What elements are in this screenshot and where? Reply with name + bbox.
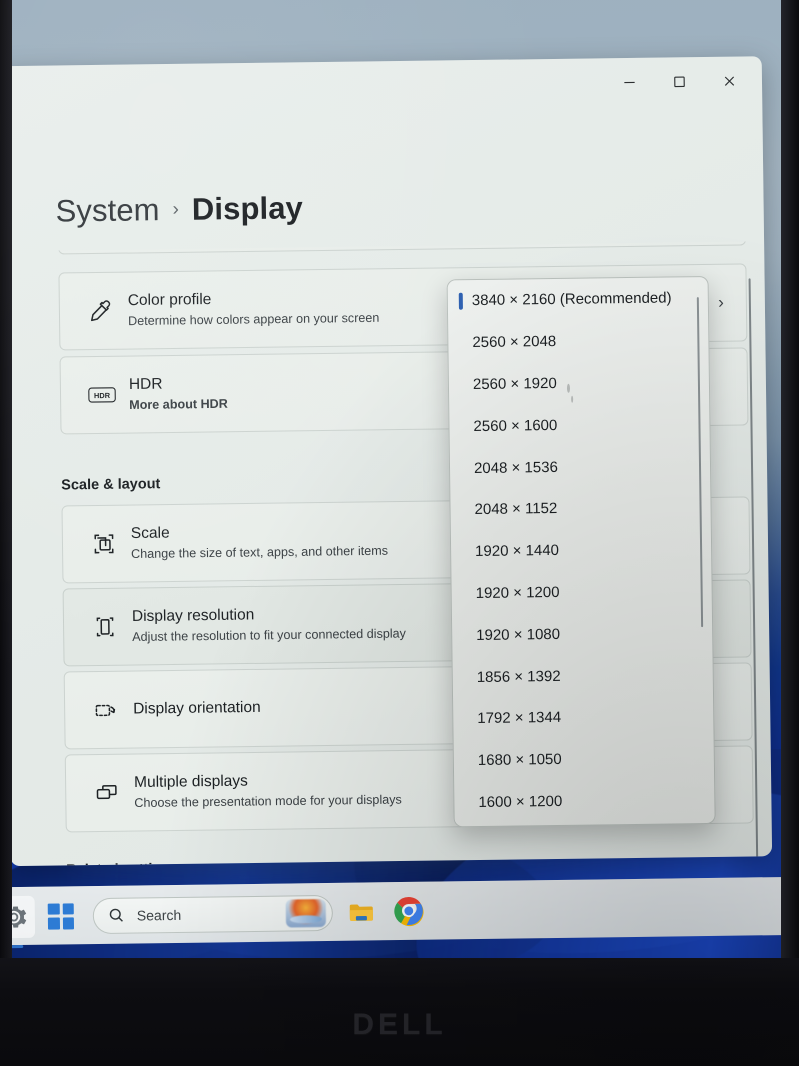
- setting-subtitle: Determine how colors appear on your scre…: [127, 310, 380, 329]
- maximize-button[interactable]: [654, 63, 704, 100]
- breadcrumb-separator-icon: ›: [172, 198, 180, 220]
- bottom-bezel: DELL: [0, 958, 799, 1066]
- left-bezel: [0, 0, 12, 1066]
- multiple-displays-icon: [92, 778, 122, 808]
- resolution-option[interactable]: 1920 × 1440: [451, 528, 712, 573]
- setting-row-text: Scale Change the size of text, apps, and…: [131, 521, 388, 563]
- resolution-option-label: 1680 × 1050: [477, 751, 562, 770]
- taskbar-item-file-explorer[interactable]: [345, 895, 379, 929]
- resolution-option[interactable]: 3840 × 2160 (Recommended): [448, 277, 709, 322]
- section-heading-scale-layout: Scale & layout: [61, 476, 161, 494]
- resolution-option[interactable]: 1680 × 1050: [454, 737, 715, 782]
- resolution-option-label: 1792 × 1344: [477, 709, 562, 728]
- resolution-option-label: 2560 × 2048: [472, 333, 557, 352]
- laptop-screen-photo: System › Display Color profile Determine…: [0, 0, 799, 1066]
- bing-wallpaper-icon: [285, 898, 327, 928]
- resolution-option-label: 2048 × 1152: [474, 500, 558, 519]
- minimize-icon: [623, 81, 635, 83]
- resolution-option[interactable]: 2560 × 1600: [449, 402, 710, 447]
- setting-title: Display orientation: [133, 698, 261, 718]
- setting-row-text: Color profile Determine how colors appea…: [128, 288, 380, 330]
- eyedropper-icon: [86, 296, 116, 326]
- minimize-button[interactable]: [604, 64, 654, 101]
- resolution-dropdown-flyout[interactable]: 3840 × 2160 (Recommended) 2560 × 2048 2560…: [446, 275, 716, 828]
- resolution-option[interactable]: 1792 × 1344: [453, 695, 714, 740]
- search-icon: [109, 908, 123, 922]
- google-chrome-icon: [394, 896, 424, 926]
- resolution-option[interactable]: 1600 × 1200: [454, 778, 715, 823]
- resolution-option[interactable]: 2048 × 1536: [450, 444, 711, 489]
- breadcrumb: System › Display: [55, 190, 303, 229]
- maximize-icon: [673, 76, 685, 87]
- resolution-option-label: 1920 × 1440: [475, 542, 560, 561]
- display-panel: System › Display Color profile Determine…: [0, 0, 799, 990]
- partial-card-above: [57, 241, 747, 255]
- resolution-option[interactable]: 1856 × 1392: [452, 653, 713, 698]
- setting-row-text: Multiple displays Choose the presentatio…: [134, 770, 402, 812]
- setting-row-text: Display resolution Adjust the resolution…: [132, 603, 406, 646]
- selected-indicator: [458, 292, 463, 310]
- breadcrumb-system[interactable]: System: [55, 192, 159, 229]
- setting-subtitle[interactable]: More about HDR: [129, 395, 228, 414]
- display-resolution-icon: [90, 612, 120, 642]
- search-placeholder-label: Search: [136, 906, 182, 924]
- resolution-option-label: 2560 × 1920: [472, 374, 557, 394]
- setting-title: HDR: [128, 375, 163, 394]
- file-explorer-icon: [349, 904, 373, 921]
- setting-subtitle: Choose the presentation mode for your di…: [134, 792, 402, 811]
- setting-subtitle: Adjust the resolution to fit your connec…: [132, 626, 407, 645]
- resolution-option-label: 2048 × 1536: [473, 458, 558, 477]
- resolution-option-label: 1856 × 1392: [476, 667, 561, 686]
- chevron-right-icon: ›: [718, 292, 725, 312]
- resolution-option[interactable]: 2048 × 1152: [450, 486, 711, 531]
- setting-row-text: HDR More about HDR: [129, 374, 228, 414]
- setting-row-text: Display orientation: [133, 698, 261, 720]
- window-controls: [604, 62, 754, 100]
- dell-logo: DELL: [352, 1008, 447, 1041]
- setting-title: Scale: [130, 524, 170, 543]
- resolution-option[interactable]: 2560 × 2048: [448, 319, 709, 364]
- scale-icon: [89, 529, 119, 559]
- resolution-option-label: 3840 × 2160 (Recommended): [471, 289, 672, 310]
- resolution-option[interactable]: 2560 × 1920: [449, 361, 710, 406]
- right-bezel: [781, 0, 799, 1066]
- svg-text:HDR: HDR: [94, 391, 111, 400]
- resolution-option-label: 1920 × 1080: [476, 625, 561, 644]
- setting-title: Multiple displays: [134, 772, 248, 792]
- resolution-option-label: 1920 × 1200: [475, 583, 560, 603]
- display-orientation-icon: [91, 695, 121, 725]
- setting-title: Color profile: [127, 290, 212, 310]
- resolution-option-label: 1600 × 1200: [478, 792, 563, 811]
- setting-subtitle: Change the size of text, apps, and other…: [131, 543, 389, 562]
- resolution-option-label: 2560 × 1600: [473, 416, 558, 435]
- start-button[interactable]: [47, 902, 75, 930]
- taskbar: Search: [0, 876, 799, 949]
- hdr-icon: HDR: [87, 380, 117, 410]
- taskbar-item-google-chrome[interactable]: [393, 894, 427, 928]
- close-icon: [724, 76, 734, 86]
- close-button[interactable]: [704, 62, 754, 99]
- page-title: Display: [191, 190, 304, 227]
- resolution-option[interactable]: 1920 × 1200: [451, 570, 712, 615]
- taskbar-search-box[interactable]: Search: [92, 894, 334, 934]
- resolution-option[interactable]: 1920 × 1080: [452, 611, 713, 656]
- setting-title: Display resolution: [131, 606, 255, 626]
- title-bar[interactable]: [0, 56, 762, 124]
- resolution-option-list: 3840 × 2160 (Recommended) 2560 × 2048 2560…: [448, 277, 715, 824]
